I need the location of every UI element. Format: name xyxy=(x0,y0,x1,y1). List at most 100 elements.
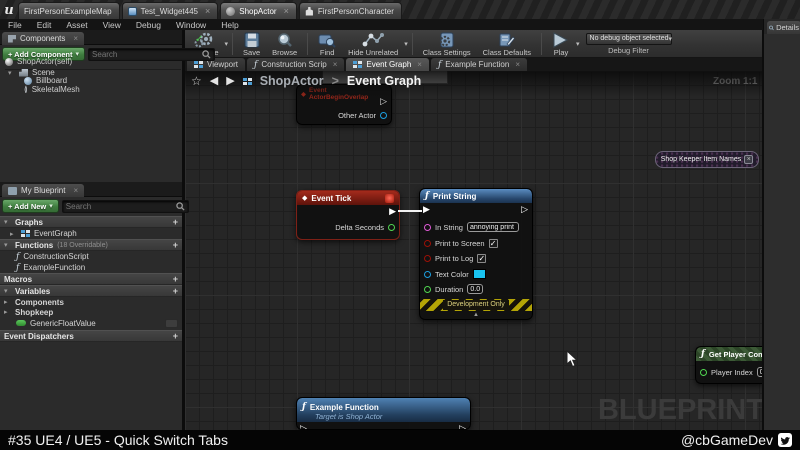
asset-tab-firstpersoncharacter[interactable]: FirstPersonCharacter xyxy=(299,2,402,19)
print-to-screen-checkbox[interactable]: ✓ xyxy=(489,239,498,248)
expander-icon: ▾ xyxy=(4,287,11,295)
node-print-string[interactable]: ƒ Print String ▶ ▷ In String Print to Sc… xyxy=(419,188,533,320)
exec-out-pin[interactable]: ▷ xyxy=(380,97,387,106)
functions-section-header[interactable]: ▾ Functions (18 Overridable) + xyxy=(0,239,182,251)
class-settings-button[interactable]: Class Settings xyxy=(417,31,477,57)
play-options-caret-icon[interactable]: ▾ xyxy=(576,40,580,48)
variables-group-components[interactable]: ▸ Components xyxy=(0,297,182,307)
color-pin[interactable] xyxy=(424,271,431,278)
pin-label: Delta Seconds xyxy=(335,223,384,232)
character-icon xyxy=(305,7,314,16)
menu-view[interactable]: View xyxy=(103,20,121,30)
macros-section-header[interactable]: Macros + xyxy=(0,273,182,285)
tree-item-billboard[interactable]: Billboard xyxy=(24,76,67,85)
object-pin[interactable] xyxy=(380,112,387,119)
save-button[interactable]: Save xyxy=(237,31,266,57)
graphs-section-header[interactable]: ▾ Graphs + xyxy=(0,216,182,228)
play-icon xyxy=(552,32,570,48)
exec-out-pin[interactable]: ▶ xyxy=(389,207,396,216)
pin-label: Other Actor xyxy=(338,111,376,120)
add-function-button[interactable]: + xyxy=(173,240,178,250)
node-event-actorbeginoverlap[interactable]: ◆ Event ActorBeginOverlap ▷ Other Actor xyxy=(296,84,392,125)
add-variable-button[interactable]: + xyxy=(173,286,178,296)
close-icon[interactable]: × xyxy=(333,60,338,69)
mouse-cursor xyxy=(566,350,578,368)
play-button[interactable]: Play xyxy=(546,31,576,57)
hide-unrelated-caret-icon[interactable]: ▾ xyxy=(404,40,408,48)
print-to-log-checkbox[interactable]: ✓ xyxy=(477,254,486,263)
variables-section-header[interactable]: ▾ Variables + xyxy=(0,285,182,297)
close-icon[interactable]: × xyxy=(417,60,422,69)
bool-pin[interactable] xyxy=(424,240,431,247)
compile-options-caret-icon[interactable]: ▾ xyxy=(225,40,229,48)
caret-down-icon: ▾ xyxy=(49,202,53,210)
int-pin[interactable] xyxy=(700,369,707,376)
add-macro-button[interactable]: + xyxy=(173,274,178,284)
close-icon[interactable]: × xyxy=(205,6,210,16)
menu-file[interactable]: File xyxy=(8,20,22,30)
string-pin[interactable] xyxy=(424,224,431,231)
menu-asset[interactable]: Asset xyxy=(66,20,87,30)
my-blueprint-search-input[interactable] xyxy=(66,202,176,211)
node-get-player-controller[interactable]: ƒ Get Player Contro Player Index 0 xyxy=(695,346,763,384)
add-new-button[interactable]: + Add New ▾ xyxy=(2,199,59,213)
function-icon: ƒ xyxy=(302,403,306,411)
collapse-arrow-icon[interactable]: ▲ xyxy=(420,311,532,319)
exec-in-pin[interactable]: ▶ xyxy=(423,205,430,214)
event-diamond-icon: ◆ xyxy=(302,194,307,202)
tab-construction-script[interactable]: ƒ Construction Scrip × xyxy=(247,58,344,71)
class-defaults-button[interactable]: Class Defaults xyxy=(477,31,537,57)
asset-tab-test-widget[interactable]: Test_Widget445 × xyxy=(122,2,219,19)
close-icon[interactable]: × xyxy=(515,60,520,69)
exec-out-pin[interactable]: ▷ xyxy=(521,205,528,214)
text-color-swatch[interactable] xyxy=(473,269,486,279)
menu-window[interactable]: Window xyxy=(176,20,206,30)
tab-event-graph[interactable]: Event Graph × xyxy=(346,58,429,71)
tab-example-function[interactable]: ƒ Example Function × xyxy=(431,58,527,71)
menu-help[interactable]: Help xyxy=(221,20,238,30)
details-panel-tab[interactable]: Details xyxy=(767,21,800,34)
expander-icon[interactable]: ▸ xyxy=(10,230,17,238)
item-examplefunction[interactable]: ƒ ExampleFunction xyxy=(0,262,182,273)
viewport-icon xyxy=(194,61,203,68)
add-dispatcher-button[interactable]: + xyxy=(173,331,178,341)
tree-item-skeletalmesh[interactable]: ≬ SkeletalMesh xyxy=(24,85,80,94)
close-icon[interactable]: × xyxy=(73,34,78,43)
my-blueprint-search[interactable] xyxy=(62,200,189,213)
event-dispatchers-section-header[interactable]: Event Dispatchers + xyxy=(0,330,182,342)
close-icon[interactable]: × xyxy=(284,6,289,16)
add-graph-button[interactable]: + xyxy=(173,217,178,227)
pin-label: Print to Log xyxy=(435,254,473,263)
close-icon[interactable]: × xyxy=(73,186,78,195)
float-pin[interactable] xyxy=(388,224,395,231)
debug-object-dropdown[interactable]: No debug object selected ▾ xyxy=(586,33,672,45)
browse-button[interactable]: Browse xyxy=(266,31,303,57)
item-genericfloatvalue[interactable]: GenericFloatValue xyxy=(0,317,182,329)
menu-debug[interactable]: Debug xyxy=(136,20,161,30)
hide-unrelated-button[interactable]: Hide Unrelated xyxy=(342,31,404,57)
asset-tab-firstpersonexamplemap[interactable]: FirstPersonExampleMap xyxy=(18,2,120,19)
variable-visibility-toggle[interactable] xyxy=(165,319,178,328)
components-icon xyxy=(8,35,16,43)
in-string-input[interactable] xyxy=(467,222,519,232)
item-eventgraph[interactable]: ▸ EventGraph xyxy=(0,228,182,239)
pin-label: Text Color xyxy=(435,270,469,279)
function-icon: ƒ xyxy=(438,61,441,69)
menu-edit[interactable]: Edit xyxy=(37,20,52,30)
expander-icon[interactable]: ▸ xyxy=(4,308,11,316)
components-panel-tab[interactable]: Components × xyxy=(2,32,84,45)
my-blueprint-panel-tab[interactable]: My Blueprint × xyxy=(2,184,84,197)
node-shop-keeper-item-names[interactable]: Shop Keeper Item Names × xyxy=(655,151,759,168)
float-pin[interactable] xyxy=(424,286,431,293)
bool-pin[interactable] xyxy=(424,255,431,262)
asset-tab-shopactor[interactable]: ShopActor × xyxy=(220,2,297,19)
find-button[interactable]: Find xyxy=(312,31,342,57)
node-event-tick[interactable]: ◆ Event Tick ▶ Delta Seconds xyxy=(296,190,400,240)
duration-input[interactable]: 0.0 xyxy=(467,284,483,294)
expander-icon[interactable]: ▸ xyxy=(4,298,11,306)
variables-group-shopkeep[interactable]: ▸ Shopkeep xyxy=(0,307,182,317)
item-constructionscript[interactable]: ƒ ConstructionScript xyxy=(0,251,182,262)
node-example-function[interactable]: ƒ Example Function Target is Shop Actor … xyxy=(296,397,471,430)
expander-icon[interactable]: ▾ xyxy=(8,69,15,77)
unreal-logo-icon[interactable]: u xyxy=(0,2,18,19)
